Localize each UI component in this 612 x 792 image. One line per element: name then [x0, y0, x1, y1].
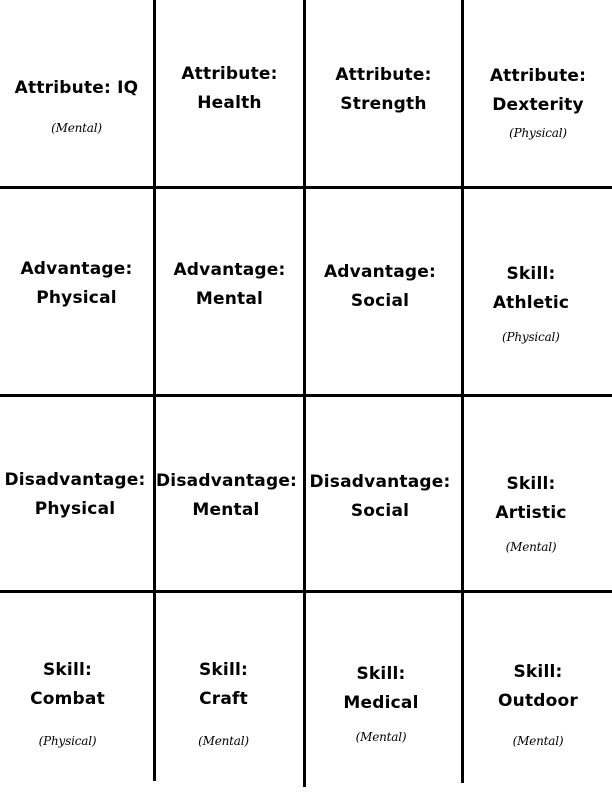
card-category: (Mental)	[355, 730, 407, 744]
card-title: Skill:	[198, 660, 249, 680]
card-subtitle: Craft	[199, 689, 248, 709]
card-subtitle: Mental	[195, 289, 264, 309]
card-subtitle: Outdoor	[498, 691, 578, 711]
card-title: Attribute:	[181, 64, 278, 84]
card-attribute-dexterity: Attribute: Dexterity (Physical)	[464, 62, 612, 140]
card-category: (Physical)	[38, 734, 97, 748]
card-category: (Physical)	[509, 126, 567, 140]
card-subtitle: Social	[350, 291, 410, 311]
card-disadvantage-mental: Disadvantage: Mental	[156, 467, 298, 525]
card-subtitle: Strength	[340, 94, 427, 114]
card-skill-athletic: Skill: Athletic (Physical)	[464, 260, 598, 344]
row-divider	[0, 186, 612, 189]
card-title: Advantage:	[323, 262, 437, 282]
card-skill-medical: Skill: Medical (Mental)	[306, 660, 456, 744]
card-title: Attribute: IQ	[14, 78, 139, 98]
card-category: (Physical)	[502, 330, 560, 344]
card-title: Attribute:	[335, 65, 432, 85]
card-subtitle: Health	[197, 93, 262, 113]
card-title: Attribute:	[489, 66, 587, 86]
card-subtitle: Medical	[343, 693, 419, 713]
card-skill-artistic: Skill: Artistic (Mental)	[464, 470, 598, 554]
card-category: (Mental)	[512, 734, 564, 748]
card-category: (Mental)	[198, 734, 249, 748]
card-subtitle: Dexterity	[492, 95, 584, 115]
card-title: Skill:	[42, 660, 93, 680]
row-divider	[0, 590, 612, 593]
card-attribute-iq: Attribute: IQ (Mental)	[0, 74, 153, 135]
card-title: Skill:	[513, 662, 563, 682]
card-title: Skill:	[506, 264, 556, 284]
card-subtitle: Physical	[34, 499, 116, 519]
card-title: Skill:	[506, 474, 556, 494]
card-title: Skill:	[356, 664, 406, 684]
card-category: (Mental)	[505, 540, 557, 554]
card-advantage-social: Advantage: Social	[306, 258, 454, 316]
card-subtitle: Social	[350, 501, 410, 521]
card-subtitle: Physical	[36, 288, 117, 308]
card-subtitle: Artistic	[495, 503, 567, 523]
card-disadvantage-social: Disadvantage: Social	[306, 468, 454, 526]
card-attribute-health: Attribute: Health	[156, 60, 303, 118]
card-skill-craft: Skill: Craft (Mental)	[156, 656, 291, 748]
card-title: Disadvantage:	[156, 471, 298, 491]
card-attribute-strength: Attribute: Strength	[306, 61, 461, 119]
card-subtitle: Mental	[192, 500, 260, 520]
card-title: Advantage:	[173, 260, 286, 280]
card-title: Disadvantage:	[309, 472, 451, 492]
card-skill-combat: Skill: Combat (Physical)	[0, 656, 135, 748]
card-disadvantage-physical: Disadvantage: Physical	[0, 466, 150, 524]
card-advantage-physical: Advantage: Physical	[0, 255, 153, 313]
card-subtitle: Combat	[30, 689, 105, 709]
card-sheet: Attribute: IQ (Mental) Attribute: Health…	[0, 0, 612, 792]
card-title: Disadvantage:	[4, 470, 146, 490]
card-title: Advantage:	[20, 259, 133, 279]
card-subtitle: Athletic	[492, 293, 570, 313]
card-category: (Mental)	[51, 121, 102, 135]
card-skill-outdoor: Skill: Outdoor (Mental)	[464, 658, 612, 748]
card-advantage-mental: Advantage: Mental	[156, 256, 303, 314]
row-divider	[0, 394, 612, 397]
